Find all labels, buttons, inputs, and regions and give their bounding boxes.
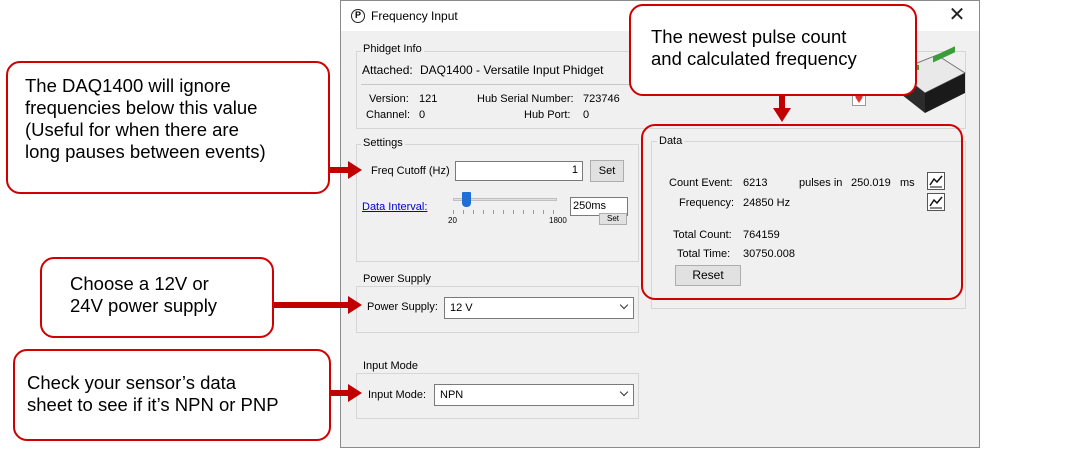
data-highlight-box bbox=[641, 124, 963, 300]
data-callout: The newest pulse count and calculated fr… bbox=[629, 4, 917, 96]
freq-cutoff-arrow-head bbox=[348, 161, 362, 179]
version-label: Version: bbox=[369, 93, 409, 105]
attached-label: Attached: bbox=[362, 63, 413, 77]
input-mode-callout: Check your sensor’s data sheet to see if… bbox=[13, 349, 331, 441]
power-supply-selected: 12 V bbox=[450, 302, 473, 314]
input-mode-label: Input Mode: bbox=[368, 389, 427, 401]
phidget-info-legend: Phidget Info bbox=[361, 43, 424, 55]
power-supply-select[interactable]: 12 V bbox=[444, 297, 634, 319]
settings-legend: Settings bbox=[361, 137, 405, 149]
version-value: 121 bbox=[419, 93, 438, 105]
chevron-down-icon bbox=[619, 300, 629, 310]
hub-port-value: 0 bbox=[583, 109, 590, 121]
callout-line: The newest pulse count bbox=[651, 26, 847, 47]
input-mode-selected: NPN bbox=[440, 389, 464, 401]
chevron-down-icon bbox=[619, 387, 629, 397]
slider-thumb[interactable] bbox=[462, 192, 472, 207]
hub-serial-label: Hub Serial Number: bbox=[477, 93, 574, 105]
power-supply-arrow-shaft bbox=[274, 302, 350, 308]
freq-cutoff-input[interactable]: 1 bbox=[455, 161, 583, 181]
slider-ticks bbox=[453, 210, 557, 214]
callout-line: 24V power supply bbox=[70, 295, 218, 316]
data-interval-slider[interactable] bbox=[451, 191, 561, 217]
input-mode-legend: Input Mode bbox=[361, 360, 421, 372]
hub-port-label: Hub Port: bbox=[524, 109, 571, 121]
callout-line: long pauses between events) bbox=[25, 141, 266, 162]
power-supply-arrow-head bbox=[348, 296, 362, 314]
callout-line: (Useful for when there are bbox=[25, 119, 239, 140]
callout-line: Choose a 12V or bbox=[70, 273, 209, 294]
phidget-app-icon: P bbox=[351, 9, 365, 23]
slider-max-label: 1800 bbox=[549, 216, 567, 225]
freq-cutoff-input-value: 1 bbox=[571, 164, 578, 176]
window-title: Frequency Input bbox=[371, 9, 458, 23]
input-mode-select[interactable]: NPN bbox=[434, 384, 634, 406]
power-supply-legend: Power Supply bbox=[361, 273, 433, 285]
callout-line: and calculated frequency bbox=[651, 48, 857, 69]
attached-value: DAQ1400 - Versatile Input Phidget bbox=[420, 63, 604, 77]
data-arrow-head bbox=[773, 108, 791, 122]
data-interval-link[interactable]: Data Interval: bbox=[362, 201, 427, 213]
callout-line: frequencies below this value bbox=[25, 97, 258, 118]
data-interval-input-value: 250ms bbox=[573, 200, 607, 212]
data-interval-set-button[interactable]: Set bbox=[599, 213, 627, 225]
freq-cutoff-set-button[interactable]: Set bbox=[590, 160, 624, 182]
slider-min-label: 20 bbox=[448, 216, 457, 225]
callout-line: The DAQ1400 will ignore bbox=[25, 75, 231, 96]
freq-cutoff-callout: The DAQ1400 will ignore frequencies belo… bbox=[6, 61, 330, 194]
input-mode-arrow-head bbox=[348, 384, 362, 402]
channel-value: 0 bbox=[419, 109, 426, 121]
callout-line: sheet to see if it’s NPN or PNP bbox=[27, 394, 279, 415]
power-supply-label: Power Supply: bbox=[367, 301, 438, 313]
close-button[interactable]: ✕ bbox=[939, 3, 975, 29]
power-supply-callout: Choose a 12V or 24V power supply bbox=[40, 257, 274, 338]
phidget-info-divider bbox=[361, 84, 641, 85]
channel-label: Channel: bbox=[366, 109, 411, 121]
callout-line: Check your sensor’s data bbox=[27, 372, 237, 393]
freq-cutoff-arrow-shaft bbox=[330, 167, 350, 173]
hub-serial-value: 723746 bbox=[583, 93, 620, 105]
freq-cutoff-label: Freq Cutoff (Hz) bbox=[371, 165, 450, 177]
